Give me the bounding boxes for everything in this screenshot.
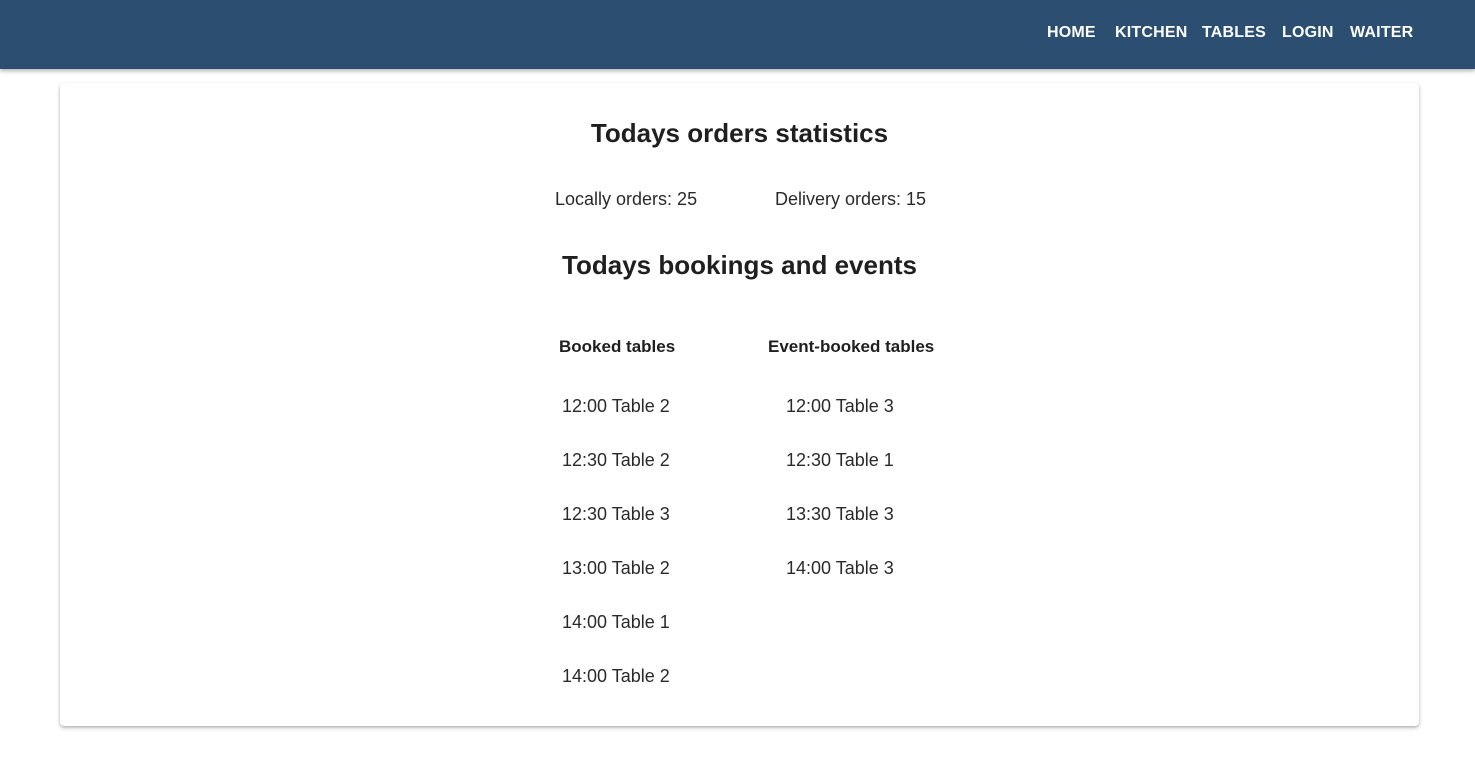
event-table-item: 12:00 Table 3	[786, 396, 894, 416]
bookings-events-title: Todays bookings and events	[562, 250, 917, 280]
local-orders-count: Locally orders: 25	[555, 189, 698, 209]
event-table-item: 13:30 Table 3	[786, 504, 894, 524]
booked-tables-header: Booked tables	[559, 337, 676, 356]
booked-table-item: 12:30 Table 2	[562, 450, 670, 470]
booked-table-item: 12:00 Table 2	[562, 396, 670, 416]
orders-statistics-title: Todays orders statistics	[590, 118, 889, 148]
delivery-orders-count: Delivery orders: 15	[775, 189, 927, 209]
dashboard-card: Todays orders statistics Locally orders:…	[60, 83, 1419, 726]
nav-home-link[interactable]: HOME	[1047, 24, 1096, 42]
top-toolbar: HOME KITCHEN TABLES LOGIN WAITER	[0, 0, 1475, 69]
event-table-item: 12:30 Table 1	[786, 450, 894, 470]
booked-table-item: 14:00 Table 1	[562, 612, 670, 632]
nav-tables-link[interactable]: TABLES	[1202, 24, 1266, 42]
booked-table-item: 14:00 Table 2	[562, 666, 670, 686]
nav-kitchen-link[interactable]: KITCHEN	[1115, 24, 1188, 42]
booked-table-item: 12:30 Table 3	[562, 504, 670, 524]
nav-login-link[interactable]: LOGIN	[1282, 24, 1334, 42]
nav-waiter-link[interactable]: WAITER	[1350, 24, 1413, 42]
event-booked-tables-header: Event-booked tables	[768, 337, 935, 356]
booked-table-item: 13:00 Table 2	[562, 558, 670, 578]
event-table-item: 14:00 Table 3	[786, 558, 894, 578]
